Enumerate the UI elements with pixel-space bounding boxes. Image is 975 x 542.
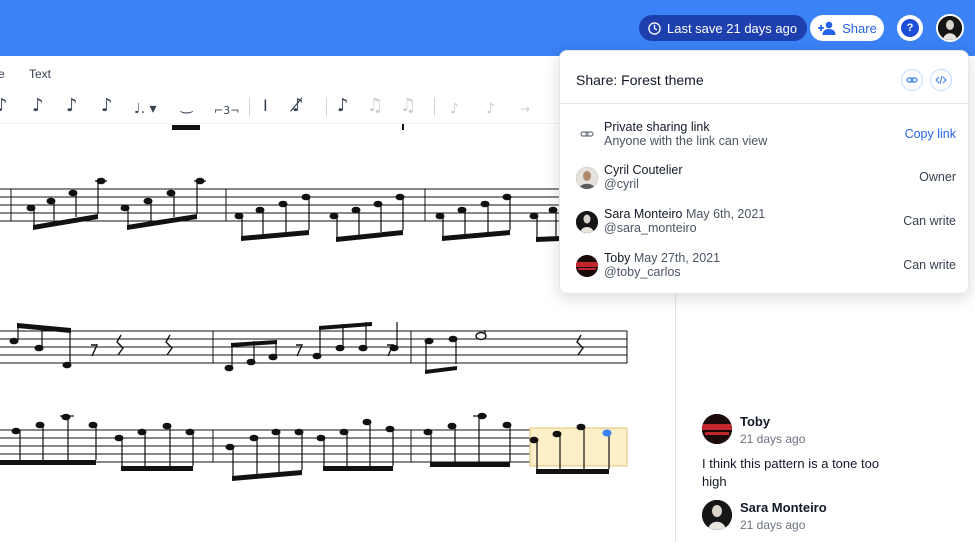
member-row: Toby May 27th, 2021 @toby_carlos Can wri… — [576, 251, 956, 285]
last-save-indicator[interactable]: Last save 21 days ago — [639, 15, 808, 41]
toolbar-divider — [249, 98, 250, 116]
member-avatar — [576, 255, 598, 277]
toolbar-divider — [326, 98, 327, 116]
share-dialog: Share: Forest theme Private sharing link… — [559, 50, 969, 294]
private-link-row: Private sharing link Anyone with the lin… — [576, 120, 956, 154]
comment-text: I think this pattern is a tone too high — [702, 456, 880, 489]
grace-note-icon[interactable]: ♪ — [337, 96, 349, 116]
toolbar-divider — [434, 98, 435, 116]
menu-item-text[interactable]: Text — [29, 67, 51, 81]
member-role-select[interactable]: Can write — [903, 258, 956, 272]
last-save-label: Last save 21 days ago — [667, 20, 798, 36]
member-handle: @toby_carlos — [604, 265, 681, 279]
private-link-title: Private sharing link — [604, 120, 710, 134]
comment-header: Sara Monteiro 21 days ago — [702, 500, 827, 532]
comment-avatar[interactable] — [702, 414, 732, 444]
delete-note-icon[interactable]: ♪̸ — [292, 96, 304, 116]
share-button[interactable]: Share — [810, 15, 884, 41]
eighth-note-icon[interactable]: ♪ — [0, 96, 8, 116]
clock-icon — [648, 21, 661, 35]
member-name: Cyril Coutelier — [604, 163, 683, 177]
share-dialog-title: Share: Forest theme — [576, 72, 704, 88]
member-name: Toby — [604, 251, 631, 265]
link-icon — [580, 127, 594, 146]
link-icon — [906, 77, 918, 83]
comment-author: Sara Monteiro — [740, 500, 827, 515]
comment-author: Toby — [740, 414, 771, 429]
copy-link-button[interactable]: Copy link — [905, 127, 956, 141]
member-avatar — [576, 167, 598, 189]
comment-avatar[interactable] — [702, 500, 732, 530]
sixty-fourth-note-icon[interactable]: ♪ — [101, 96, 113, 116]
accent-icon[interactable]: → — [520, 99, 530, 119]
menu-item-partial[interactable]: e — [0, 67, 5, 81]
member-role: Owner — [919, 170, 956, 184]
member-handle: @sara_monteiro — [604, 221, 697, 235]
small-note-icon[interactable]: ♪ — [486, 99, 495, 119]
private-link-subtitle: Anyone with the link can view — [604, 134, 768, 148]
small-note-icon[interactable]: ♪ — [450, 99, 459, 119]
member-name: Sara Monteiro — [604, 207, 683, 221]
top-bar: Last save 21 days ago Share ? — [0, 0, 975, 56]
copy-link-icon-button[interactable] — [901, 69, 923, 91]
member-row: Sara Monteiro May 6th, 2021 @sara_montei… — [576, 207, 956, 241]
code-icon — [935, 75, 947, 85]
user-avatar[interactable] — [936, 14, 964, 42]
comment-time: 21 days ago — [740, 518, 806, 532]
member-role-select[interactable]: Can write — [903, 214, 956, 228]
embed-code-button[interactable] — [930, 69, 952, 91]
member-date: May 27th, 2021 — [633, 251, 721, 265]
comment-time: 21 days ago — [740, 432, 806, 446]
help-button[interactable]: ? — [897, 15, 923, 41]
thirty-second-note-icon[interactable]: ♪ — [66, 96, 78, 116]
member-handle: @cyril — [604, 177, 639, 191]
beam-break-icon[interactable]: ♫ — [400, 96, 416, 116]
member-row: Cyril Coutelier @cyril Owner — [576, 163, 956, 197]
beam-icon[interactable]: ♫ — [367, 96, 383, 116]
comment-header: Toby 21 days ago — [702, 414, 805, 446]
sixteenth-note-icon[interactable]: ♪ — [32, 96, 44, 116]
help-icon: ? — [901, 19, 919, 37]
text-cursor-icon[interactable]: Ⅰ — [263, 96, 268, 116]
add-user-icon — [818, 21, 836, 35]
tuplet-icon[interactable]: ⌐3¬ — [214, 101, 239, 121]
tie-icon[interactable]: ‿ — [181, 96, 192, 116]
member-date: May 6th, 2021 — [686, 207, 766, 221]
member-avatar — [576, 211, 598, 233]
share-label: Share — [842, 20, 877, 36]
dotted-note-icon[interactable]: ♩. ▾ — [134, 99, 157, 119]
share-dialog-divider — [560, 103, 968, 104]
